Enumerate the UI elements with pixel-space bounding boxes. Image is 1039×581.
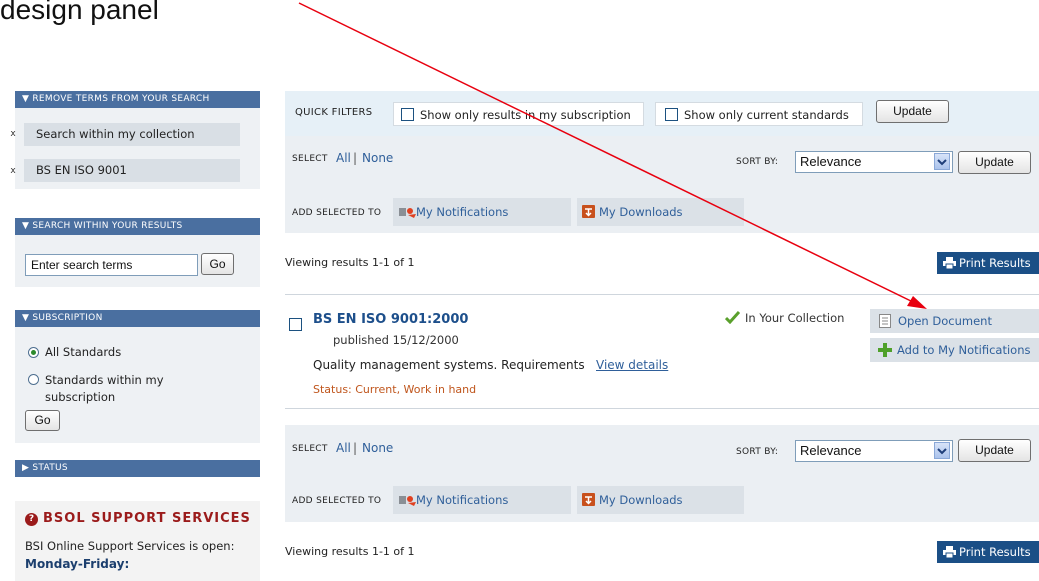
radio-all-standards-label: All Standards (45, 345, 122, 359)
sort-by-label-2: SORT BY: (736, 447, 779, 457)
sort-update-button-2[interactable]: Update (958, 439, 1031, 462)
search-term-2: BS EN ISO 9001 (24, 159, 240, 182)
in-collection-badge: In Your Collection (745, 311, 845, 325)
printer-icon (943, 546, 956, 558)
print-results-button-1[interactable]: Print Results (937, 252, 1039, 274)
radio-all-standards[interactable] (28, 347, 39, 358)
result-bottom-divider (285, 408, 1039, 409)
sort-by-label-1: SORT BY: (736, 157, 779, 167)
result-select-checkbox[interactable] (289, 318, 302, 331)
printer-icon (943, 257, 956, 269)
result-top-divider (285, 294, 1039, 295)
chevron-down-icon[interactable] (934, 442, 950, 459)
downloads-icon (582, 493, 595, 506)
search-go-button[interactable]: Go (201, 253, 234, 275)
select-label-2: SELECT (292, 444, 328, 454)
search-within-input[interactable]: Enter search terms (25, 254, 198, 276)
filter-current-checkbox[interactable] (665, 108, 678, 121)
select-all-link-2[interactable]: All (336, 441, 351, 455)
remove-term-1-button[interactable]: x (7, 128, 19, 140)
result-published: published 15/12/2000 (333, 333, 459, 347)
add-to-my-notifications-button[interactable]: Add to My Notifications (870, 338, 1039, 362)
add-to-downloads-button-2[interactable]: My Downloads (577, 486, 744, 514)
remove-term-2-button[interactable]: x (7, 165, 19, 177)
subscription-go-button[interactable]: Go (25, 410, 60, 431)
add-selected-label-2: ADD SELECTED TO (292, 496, 382, 506)
viewing-results-2: Viewing results 1-1 of 1 (285, 545, 415, 558)
filter-subscription-checkbox[interactable] (401, 108, 414, 121)
view-details-link[interactable]: View details (596, 358, 668, 372)
result-status: Status: Current, Work in hand (313, 383, 477, 396)
select-all-link-1[interactable]: All (336, 151, 351, 165)
select-none-link-2[interactable]: None (362, 441, 393, 455)
select-none-link-1[interactable]: None (362, 151, 393, 165)
sort-select-2[interactable]: Relevance (795, 440, 953, 462)
result-description: Quality management systems. Requirements (313, 358, 585, 372)
add-to-notifications-button-1[interactable]: My Notifications (393, 198, 571, 226)
subscription-header[interactable]: ▼ SUBSCRIPTION (15, 310, 260, 327)
search-within-header[interactable]: ▼ SEARCH WITHIN YOUR RESULTS (15, 218, 260, 235)
open-document-button[interactable]: Open Document (870, 309, 1039, 333)
search-term-1: Search within my collection (24, 123, 240, 146)
add-to-notifications-button-2[interactable]: My Notifications (393, 486, 571, 514)
result-title-link[interactable]: BS EN ISO 9001:2000 (313, 312, 468, 327)
radio-subscription-standards-label: Standards within my subscription (45, 373, 164, 404)
quick-filters-label: QUICK FILTERS (295, 107, 373, 118)
remove-terms-header[interactable]: ▼ REMOVE TERMS FROM YOUR SEARCH (15, 91, 260, 108)
select-label-1: SELECT (292, 154, 328, 164)
add-to-downloads-button-1[interactable]: My Downloads (577, 198, 744, 226)
downloads-icon (582, 205, 595, 218)
checkmark-icon (725, 311, 740, 324)
top-caption: design panel (0, 0, 159, 25)
sort-select-1[interactable]: Relevance (795, 151, 953, 173)
filter-current-label: Show only current standards (684, 108, 849, 122)
radio-subscription-standards[interactable] (28, 374, 39, 385)
plus-icon (878, 343, 892, 357)
document-icon (879, 314, 891, 328)
status-header[interactable]: ▶ STATUS (15, 460, 260, 477)
sort-update-button-1[interactable]: Update (958, 151, 1031, 174)
filter-subscription-label: Show only results in my subscription (420, 108, 631, 122)
select-separator-2: | (353, 441, 358, 455)
support-text: BSI Online Support Services is open: (25, 539, 235, 553)
quick-filters-update-button[interactable]: Update (876, 100, 949, 123)
select-separator-1: | (353, 151, 358, 165)
support-hours-label: Monday-Friday: (25, 557, 130, 571)
viewing-results-1: Viewing results 1-1 of 1 (285, 256, 415, 269)
chevron-down-icon[interactable] (934, 153, 950, 170)
support-title: BSOL SUPPORT SERVICES (43, 511, 251, 526)
add-selected-label-1: ADD SELECTED TO (292, 208, 382, 218)
question-icon: ? (25, 513, 38, 526)
print-results-button-2[interactable]: Print Results (937, 541, 1039, 563)
